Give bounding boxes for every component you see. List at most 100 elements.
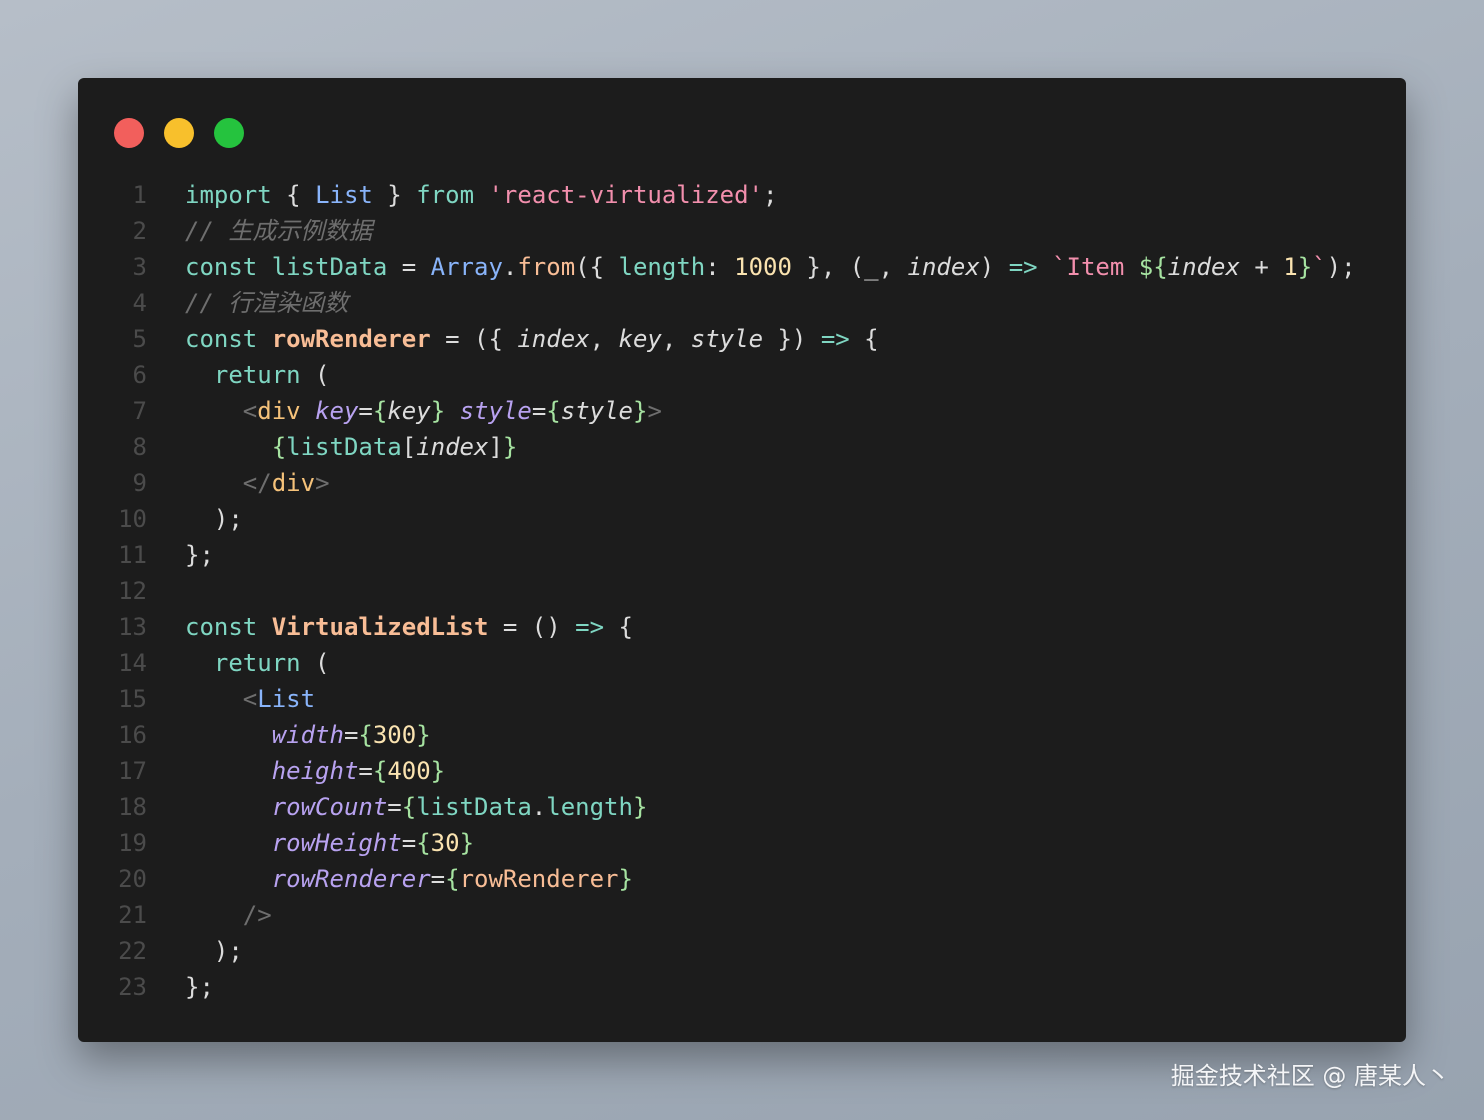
code-text: />: [147, 897, 272, 933]
code-line: 6 return (: [78, 357, 1406, 393]
code-token: };: [185, 541, 214, 569]
line-number: 8: [132, 433, 147, 461]
code-token: =>: [575, 613, 605, 641]
code-token: `: [1312, 253, 1327, 281]
code-line: 5 const rowRenderer = ({ index, key, styl…: [78, 321, 1406, 357]
code-line: 9 </div>: [78, 465, 1406, 501]
code-token: 30: [430, 829, 460, 857]
code-text: // 行渲染函数: [147, 285, 348, 321]
code-line: 21 />: [78, 897, 1406, 933]
code-token: style: [459, 397, 532, 425]
code-token: from: [416, 181, 475, 209]
code-text: height={400}: [147, 753, 445, 789]
code-token: }: [430, 757, 446, 785]
line-number: 12: [118, 577, 147, 605]
code-token: ${: [1138, 253, 1168, 281]
code-text: width={300}: [147, 717, 431, 753]
code-token: =: [531, 397, 547, 425]
code-token: const: [185, 325, 258, 353]
code-token: ,: [661, 325, 691, 353]
code-token: key: [387, 397, 431, 425]
close-button[interactable]: [114, 118, 144, 148]
code-token: =>: [820, 325, 850, 353]
code-token: List: [257, 685, 316, 713]
line-number: 1: [132, 181, 147, 209]
code-editor[interactable]: 1 import { List } from 'react-virtualized…: [78, 177, 1406, 1005]
code-token: listData: [416, 793, 532, 821]
code-token: 400: [387, 757, 431, 785]
code-token: >: [647, 397, 662, 425]
line-number: 20: [118, 865, 147, 893]
code-token: ]: [488, 433, 503, 461]
window-controls: [114, 118, 244, 148]
code-token: ;: [763, 181, 778, 209]
code-token: length: [618, 253, 706, 281]
code-token: {: [546, 397, 561, 425]
line-number: 14: [118, 649, 147, 677]
code-token: }): [763, 325, 821, 353]
line-number: 11: [118, 541, 147, 569]
code-token: return: [213, 361, 301, 389]
code-token: {: [271, 433, 287, 461]
code-token: rowHeight: [271, 829, 402, 857]
line-number: 3: [132, 253, 147, 281]
line-number: 15: [118, 685, 147, 713]
code-token: listData: [286, 433, 402, 461]
code-line: 22 );: [78, 933, 1406, 969]
code-token: index: [416, 433, 489, 461]
code-token: length: [546, 793, 633, 821]
code-token: =: [358, 397, 373, 425]
code-token: />: [185, 901, 272, 929]
code-token: listData: [271, 253, 388, 281]
code-token: {: [271, 181, 316, 209]
line-number: 18: [118, 793, 147, 821]
code-line: 3 const listData = Array.from({ length: 1…: [78, 249, 1406, 285]
code-token: return: [213, 649, 301, 677]
code-token: index: [1167, 253, 1240, 281]
code-text: return (: [147, 357, 330, 393]
code-token: <: [185, 685, 258, 713]
code-token: {: [372, 397, 388, 425]
code-token: const: [185, 613, 258, 641]
minimize-button[interactable]: [164, 118, 194, 148]
code-token: ,: [589, 325, 619, 353]
code-line: 11};: [78, 537, 1406, 573]
code-text: );: [147, 933, 243, 969]
code-text: rowRenderer={rowRenderer}: [147, 861, 633, 897]
code-text: import { List } from 'react-virtualized'…: [147, 177, 777, 213]
code-token: :: [705, 253, 735, 281]
code-token: rowRenderer: [459, 865, 619, 893]
code-line: 23};: [78, 969, 1406, 1005]
code-text: );: [147, 501, 243, 537]
code-token: =: [358, 757, 373, 785]
code-token: {: [358, 721, 373, 749]
code-token: }: [1297, 253, 1313, 281]
code-text: const rowRenderer = ({ index, key, style…: [147, 321, 879, 357]
code-token: {: [401, 793, 417, 821]
code-line: 20 rowRenderer={rowRenderer}: [78, 861, 1406, 897]
code-token: import: [185, 181, 272, 209]
code-token: index: [907, 253, 980, 281]
line-number: 17: [118, 757, 147, 785]
code-text: <div key={key} style={style}>: [147, 393, 662, 429]
code-line: 18 rowCount={listData.length}: [78, 789, 1406, 825]
code-token: {: [849, 325, 879, 353]
code-token: =: [401, 829, 417, 857]
code-line: 7 <div key={key} style={style}>: [78, 393, 1406, 429]
code-token: rowRenderer: [271, 325, 431, 353]
line-number: 2: [132, 217, 147, 245]
code-line: 8 {listData[index]}: [78, 429, 1406, 465]
code-token: {: [372, 757, 388, 785]
maximize-button[interactable]: [214, 118, 244, 148]
